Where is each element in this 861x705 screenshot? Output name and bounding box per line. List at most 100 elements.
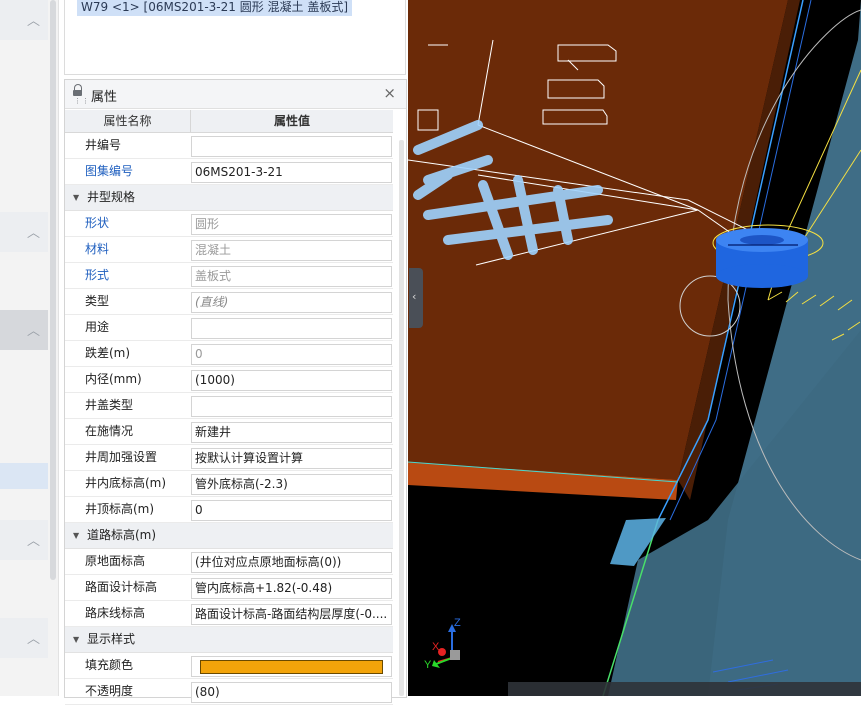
- property-row[interactable]: 类型 (直线): [65, 289, 393, 315]
- axis-z-label: Z: [454, 617, 461, 629]
- nav-group-5[interactable]: ︿: [0, 618, 48, 658]
- axis-x-label: X: [432, 641, 440, 653]
- collapse-triangle-icon[interactable]: ▼: [73, 635, 79, 644]
- tree-item-selected[interactable]: W79 <1> [06MS201-3-21 圆形 混凝土 盖板式]: [77, 0, 353, 16]
- chevron-left-icon[interactable]: ‹: [412, 290, 416, 303]
- property-row[interactable]: 图集编号 06MS201-3-21: [65, 159, 393, 185]
- property-name: 内径(mm): [85, 372, 142, 386]
- property-value-field[interactable]: 管内底标高+1.82(-0.48): [191, 578, 392, 599]
- nav-group-2[interactable]: ︿: [0, 212, 48, 252]
- property-value-field[interactable]: [191, 136, 392, 157]
- 3d-viewport[interactable]: Z X Y: [408, 0, 861, 696]
- left-navigation: ︿ ︿ ︿ ︿ ︿: [0, 0, 59, 696]
- property-row[interactable]: 井编号: [65, 133, 393, 159]
- property-name: 原地面标高: [85, 554, 146, 568]
- bottom-status-strip: [508, 682, 861, 696]
- property-value-field[interactable]: 新建井: [191, 422, 392, 443]
- property-name: 井顶标高(m): [85, 502, 155, 516]
- property-row[interactable]: 井盖类型: [65, 393, 393, 419]
- panel-collapse-tab[interactable]: ‹: [409, 268, 423, 328]
- chevron-up-icon[interactable]: ︿: [27, 320, 40, 339]
- property-value-field[interactable]: 盖板式: [191, 266, 392, 287]
- lock-icon[interactable]: ⋮⋮: [73, 84, 89, 105]
- nav-group-1[interactable]: ︿: [0, 0, 48, 40]
- property-value-field[interactable]: (1000): [191, 370, 392, 391]
- property-grid: 属性名称 属性值 井编号图集编号 06MS201-3-21 ▼ 井型规格形状 圆形材料 混…: [65, 110, 393, 705]
- property-value-field[interactable]: 路面设计标高-路面结构层厚度(-0....: [191, 604, 392, 625]
- property-row[interactable]: 井内底标高(m) 管外底标高(-2.3): [65, 471, 393, 497]
- property-name: 在施情况: [85, 424, 134, 438]
- nav-group-3[interactable]: ︿: [0, 310, 48, 350]
- property-name: 不透明度: [85, 684, 134, 698]
- property-name: 类型: [85, 294, 110, 308]
- property-name: 用途: [85, 320, 110, 334]
- property-row[interactable]: 不透明度 (80): [65, 679, 393, 705]
- column-header-name: 属性名称: [65, 110, 191, 132]
- property-value-field[interactable]: 按默认计算设置计算: [191, 448, 392, 469]
- property-row[interactable]: 井周加强设置 按默认计算设置计算: [65, 445, 393, 471]
- category-label: 道路标高(m): [87, 528, 157, 542]
- axis-y-label: Y: [424, 659, 432, 671]
- property-row[interactable]: 填充颜色: [65, 653, 393, 679]
- property-category[interactable]: ▼ 道路标高(m): [65, 523, 393, 549]
- property-row[interactable]: 形状 圆形: [65, 211, 393, 237]
- close-icon[interactable]: ×: [383, 84, 396, 102]
- property-row[interactable]: 用途: [65, 315, 393, 341]
- property-row[interactable]: 路床线标高 路面设计标高-路面结构层厚度(-0....: [65, 601, 393, 627]
- property-value-field[interactable]: (80): [191, 682, 392, 703]
- property-value-field[interactable]: 圆形: [191, 214, 392, 235]
- property-row[interactable]: 内径(mm) (1000): [65, 367, 393, 393]
- well-cylinder[interactable]: [716, 228, 808, 288]
- panel-header: ⋮⋮ 属性 ×: [65, 80, 406, 109]
- color-swatch[interactable]: [200, 660, 383, 674]
- color-value[interactable]: [191, 656, 392, 677]
- property-name: 形式: [85, 268, 110, 282]
- property-name: 跌差(m): [85, 346, 131, 360]
- column-header-value: 属性值: [273, 114, 310, 128]
- chevron-up-icon[interactable]: ︿: [27, 530, 40, 549]
- property-name: 路床线标高: [85, 606, 146, 620]
- nav-group-4[interactable]: ︿: [0, 520, 48, 560]
- property-row[interactable]: 在施情况 新建井: [65, 419, 393, 445]
- property-value-field[interactable]: (井位对应点原地面标高(0)): [191, 552, 392, 573]
- property-name: 形状: [85, 216, 110, 230]
- grid-header: 属性名称 属性值: [65, 110, 393, 133]
- property-value-field[interactable]: 0: [191, 500, 392, 521]
- property-value-field[interactable]: 06MS201-3-21: [191, 162, 392, 183]
- axis-gizmo[interactable]: Z X Y: [424, 617, 461, 671]
- nav-selected-item[interactable]: [0, 463, 48, 489]
- nav-scrollbar[interactable]: [50, 0, 56, 580]
- component-tree: W79 <1> [06MS201-3-21 圆形 混凝土 盖板式]: [64, 0, 406, 75]
- collapse-triangle-icon[interactable]: ▼: [73, 531, 79, 540]
- scene-canvas[interactable]: Z X Y: [408, 0, 861, 696]
- property-row[interactable]: 原地面标高 (井位对应点原地面标高(0)): [65, 549, 393, 575]
- property-name: 井编号: [85, 138, 122, 152]
- property-name: 井盖类型: [85, 398, 134, 412]
- property-rows: 井编号 图集编号 06MS201-3-21 ▼ 井型规格 形状 圆形 材料 混凝土 形式 盖板式 类型…: [65, 133, 393, 705]
- property-row[interactable]: 路面设计标高 管内底标高+1.82(-0.48): [65, 575, 393, 601]
- category-label: 显示样式: [87, 632, 136, 646]
- chevron-up-icon[interactable]: ︿: [27, 10, 40, 29]
- property-name: 填充颜色: [85, 658, 134, 672]
- property-value-field[interactable]: 管外底标高(-2.3): [191, 474, 392, 495]
- property-row[interactable]: 形式 盖板式: [65, 263, 393, 289]
- property-name: 图集编号: [85, 164, 134, 178]
- chevron-up-icon[interactable]: ︿: [27, 222, 40, 241]
- property-row[interactable]: 跌差(m) 0: [65, 341, 393, 367]
- property-value-field[interactable]: 混凝土: [191, 240, 392, 261]
- category-label: 井型规格: [87, 190, 136, 204]
- property-category[interactable]: ▼ 井型规格: [65, 185, 393, 211]
- property-value-field[interactable]: (直线): [191, 292, 392, 313]
- property-panel: ⋮⋮ 属性 × 属性名称 属性值 井编号图集编号 06MS201-3-21 ▼ 井型规…: [64, 79, 407, 705]
- collapse-triangle-icon[interactable]: ▼: [73, 193, 79, 202]
- panel-scrollbar[interactable]: [399, 140, 404, 696]
- property-category[interactable]: ▼ 显示样式: [65, 627, 393, 653]
- property-value-field[interactable]: [191, 396, 392, 417]
- property-name: 路面设计标高: [85, 580, 158, 594]
- property-row[interactable]: 井顶标高(m) 0: [65, 497, 393, 523]
- property-row[interactable]: 材料 混凝土: [65, 237, 393, 263]
- property-value-field[interactable]: [191, 318, 392, 339]
- chevron-up-icon[interactable]: ︿: [27, 628, 40, 647]
- property-value-field[interactable]: 0: [191, 344, 392, 365]
- property-name: 材料: [85, 242, 110, 256]
